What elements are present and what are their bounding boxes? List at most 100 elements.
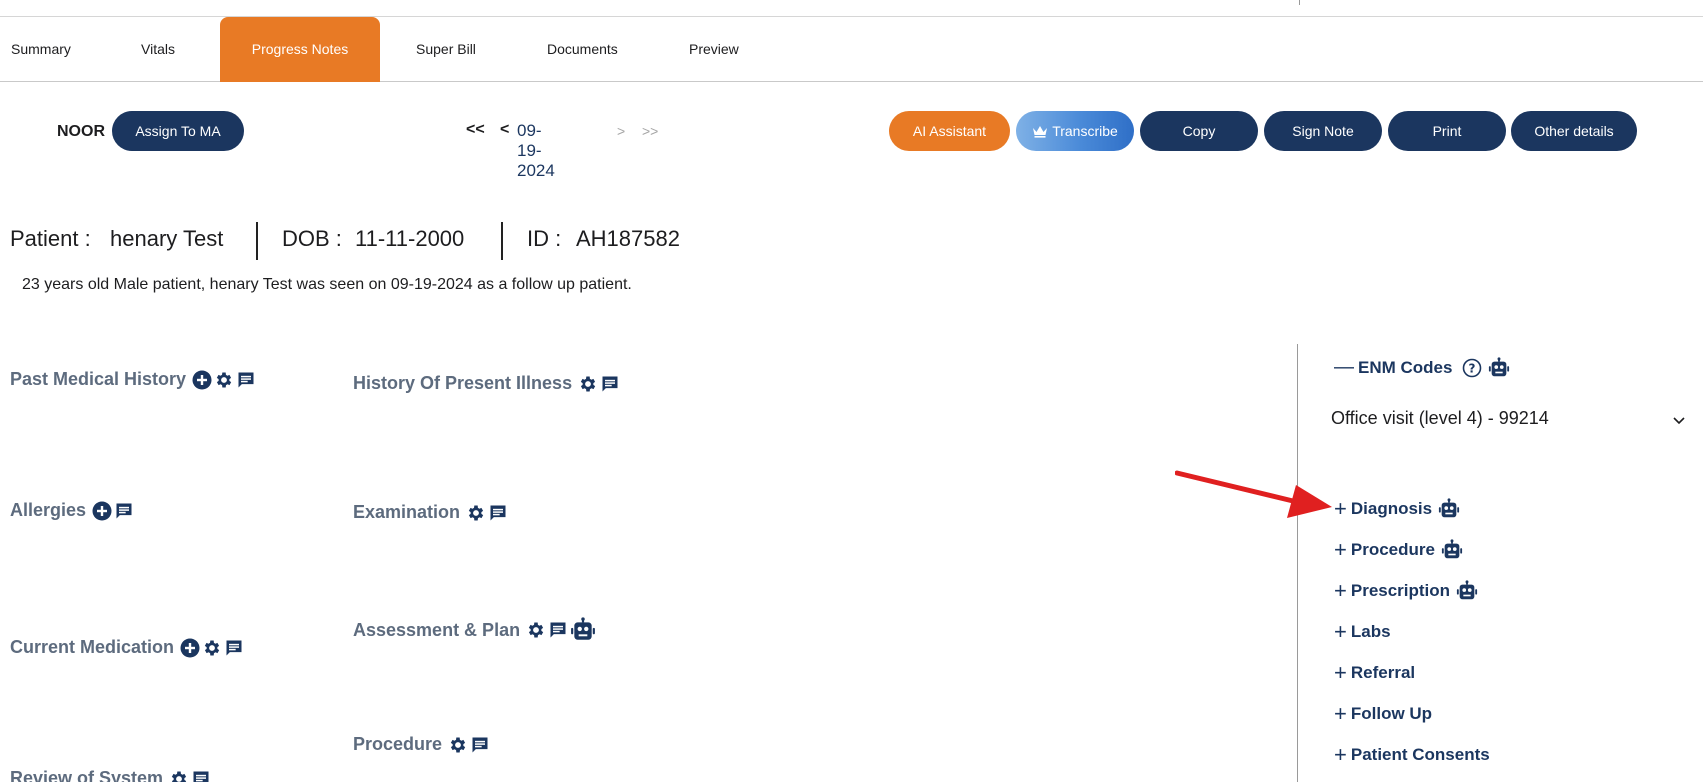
tab-progress-notes[interactable]: Progress Notes [220, 17, 380, 82]
procedure-item-label: Procedure [1350, 540, 1435, 559]
comment-icon[interactable] [470, 735, 490, 755]
patient-consents-item[interactable]: + Patient Consents [1334, 742, 1490, 767]
visit-date: 09-19-2024 [517, 121, 555, 180]
allergies-section: Allergies [10, 500, 136, 521]
tab-summary[interactable]: Summary [11, 17, 71, 82]
allergies-label: Allergies [10, 500, 87, 520]
labs-item[interactable]: + Labs [1334, 619, 1391, 644]
other-details-button[interactable]: Other details [1511, 111, 1637, 151]
nav-first-button[interactable]: << [466, 121, 485, 139]
hpi-section: History Of Present Illness [353, 373, 622, 394]
current-medication-label: Current Medication [10, 637, 175, 657]
assessment-plan-section: Assessment & Plan [353, 617, 598, 643]
assign-to-ma-button[interactable]: Assign To MA [112, 111, 244, 151]
enm-code-selected: Office visit (level 4) - 99214 [1331, 408, 1549, 428]
gear-icon[interactable] [578, 374, 598, 394]
right-panel-divider [1297, 344, 1298, 782]
enm-codes-title: ENM Codes [1358, 357, 1453, 377]
copy-button[interactable]: Copy [1140, 111, 1258, 151]
expand-icon: + [1334, 660, 1347, 685]
robot-icon[interactable] [1441, 539, 1463, 561]
past-medical-history-label: Past Medical History [10, 369, 187, 389]
assessment-plan-label: Assessment & Plan [353, 619, 521, 640]
review-of-system-section: Review of System [10, 768, 213, 782]
robot-icon[interactable] [1488, 357, 1510, 379]
annotation-arrow-icon [1175, 470, 1332, 518]
gear-icon[interactable] [169, 769, 189, 782]
tab-documents[interactable]: Documents [547, 17, 618, 82]
comment-icon[interactable] [236, 370, 256, 390]
ai-assistant-button[interactable]: AI Assistant [889, 111, 1010, 151]
print-button[interactable]: Print [1388, 111, 1506, 151]
patient-divider [256, 222, 258, 260]
labs-label: Labs [1350, 622, 1391, 641]
nav-prev-button[interactable]: < [500, 121, 509, 139]
plus-circle-icon[interactable] [92, 501, 112, 521]
nav-next-button[interactable]: > [617, 123, 625, 139]
gear-icon[interactable] [202, 638, 222, 658]
tab-bar: Summary Vitals Progress Notes Super Bill… [0, 17, 1703, 82]
dob-value: 11-11-2000 [355, 226, 465, 251]
tab-vitals[interactable]: Vitals [141, 17, 175, 82]
patient-name-label: Patient : [10, 226, 91, 251]
hpi-label: History Of Present Illness [353, 373, 573, 393]
enm-codes-header[interactable]: — ENM Codes ? [1334, 356, 1512, 379]
examination-section: Examination [353, 502, 510, 523]
review-of-system-label: Review of System [10, 768, 164, 782]
comment-icon[interactable] [191, 769, 211, 782]
chevron-down-icon [1671, 412, 1687, 428]
dob-label: DOB : [282, 226, 342, 251]
robot-icon[interactable] [1438, 498, 1460, 520]
tab-super-bill[interactable]: Super Bill [416, 17, 476, 82]
procedure-label: Procedure [353, 734, 443, 754]
expand-icon: + [1334, 742, 1347, 767]
transcribe-label: Transcribe [1052, 123, 1118, 139]
crown-icon [1032, 113, 1048, 153]
comment-icon[interactable] [224, 638, 244, 658]
help-circle-icon[interactable]: ? [1462, 358, 1482, 378]
patient-divider [501, 222, 503, 260]
enm-code-select[interactable]: Office visit (level 4) - 99214 [1331, 408, 1691, 434]
robot-icon[interactable] [1456, 580, 1478, 602]
gear-icon[interactable] [448, 735, 468, 755]
plus-circle-icon[interactable] [192, 370, 212, 390]
sign-note-button[interactable]: Sign Note [1264, 111, 1382, 151]
diagnosis-item[interactable]: + Diagnosis [1334, 498, 1462, 520]
gear-icon[interactable] [526, 620, 546, 640]
gear-icon[interactable] [466, 503, 486, 523]
past-medical-history-section: Past Medical History [10, 369, 258, 390]
prescription-label: Prescription [1350, 581, 1451, 600]
nav-last-button[interactable]: >> [642, 123, 658, 139]
patient-name: henary Test [110, 226, 224, 251]
id-value: AH187582 [576, 226, 680, 251]
top-tick [1299, 0, 1300, 5]
follow-up-item[interactable]: + Follow Up [1334, 701, 1433, 726]
examination-label: Examination [353, 502, 461, 522]
collapse-icon: — [1334, 356, 1354, 378]
expand-icon: + [1334, 619, 1347, 644]
follow-up-label: Follow Up [1350, 704, 1433, 723]
expand-icon: + [1334, 537, 1347, 562]
comment-icon[interactable] [548, 620, 568, 640]
expand-icon: + [1334, 578, 1347, 603]
current-medication-section: Current Medication [10, 637, 246, 658]
gear-icon[interactable] [214, 370, 234, 390]
svg-text:?: ? [1469, 361, 1476, 375]
patient-summary: 23 years old Male patient, henary Test w… [22, 276, 632, 293]
referral-item[interactable]: + Referral [1334, 660, 1415, 685]
transcribe-button[interactable]: Transcribe [1016, 111, 1134, 151]
comment-icon[interactable] [114, 501, 134, 521]
comment-icon[interactable] [600, 374, 620, 394]
comment-icon[interactable] [488, 503, 508, 523]
diagnosis-label: Diagnosis [1350, 499, 1433, 518]
expand-icon: + [1334, 701, 1347, 726]
prescription-item[interactable]: + Prescription [1334, 580, 1480, 602]
plus-circle-icon[interactable] [180, 638, 200, 658]
robot-icon[interactable] [570, 617, 596, 643]
id-label: ID : [527, 226, 562, 251]
expand-icon: + [1334, 496, 1347, 521]
tab-preview[interactable]: Preview [689, 17, 739, 82]
procedure-item[interactable]: + Procedure [1334, 539, 1465, 561]
provider-name: NOOR [57, 123, 105, 140]
patient-consents-label: Patient Consents [1350, 745, 1490, 764]
